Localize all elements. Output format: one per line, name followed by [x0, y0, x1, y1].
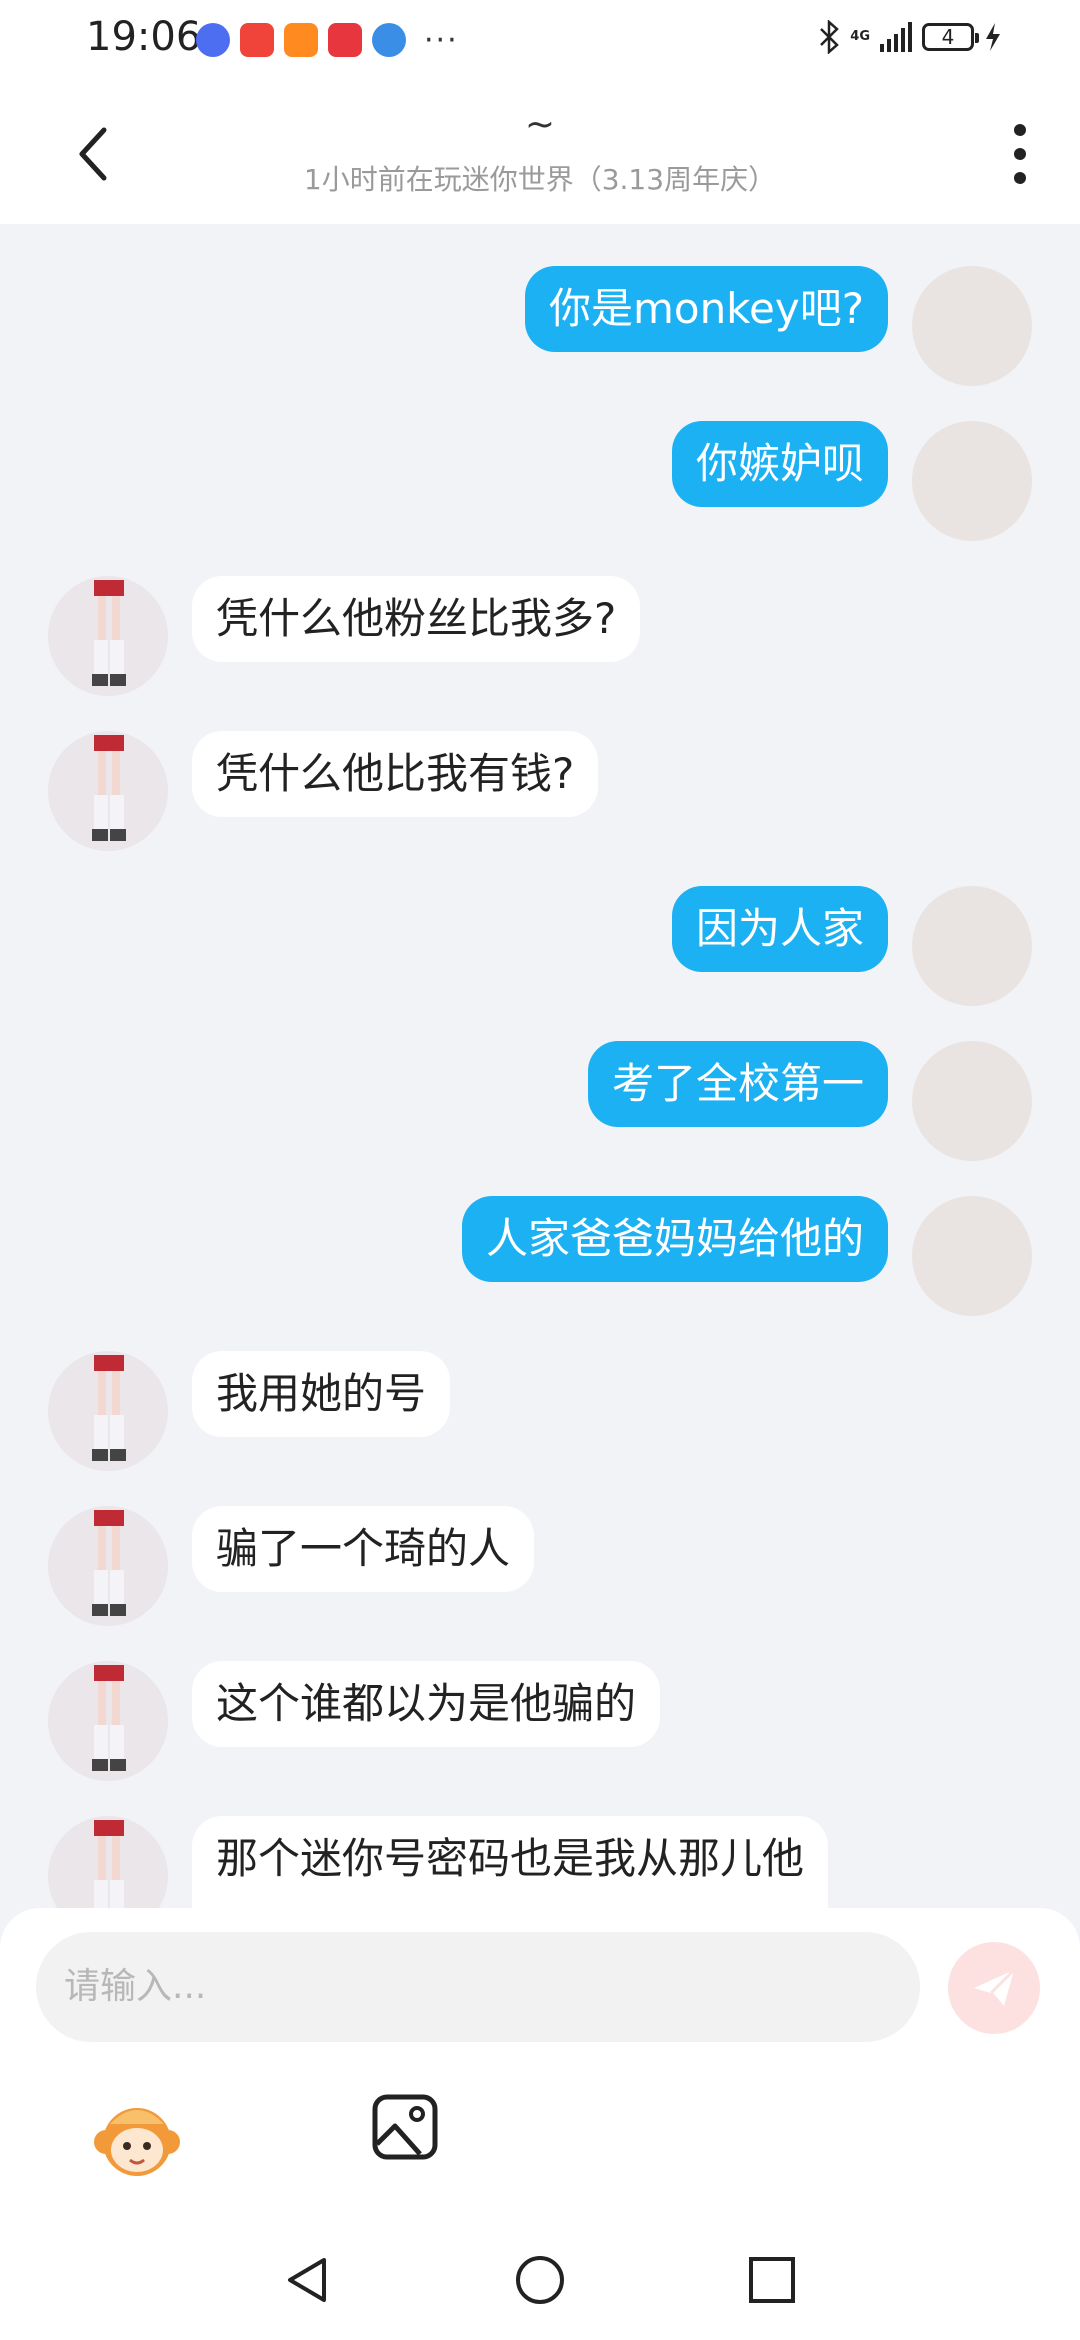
message-row: 凭什么他粉丝比我多? [0, 576, 1080, 696]
message-bubble[interactable]: 骗了一个琦的人 [192, 1506, 535, 1592]
contact-avatar[interactable] [48, 1351, 168, 1471]
image-picker-icon[interactable] [370, 2092, 440, 2162]
nav-back-icon[interactable] [282, 2254, 334, 2306]
message-bubble[interactable]: 凭什么他比我有钱? [192, 731, 599, 817]
send-icon [974, 1968, 1016, 2006]
character-legs-icon [92, 1355, 126, 1461]
message-bubble[interactable]: 这个谁都以为是他骗的 [192, 1661, 661, 1747]
signal-icon [880, 22, 912, 52]
character-legs-icon [92, 580, 126, 686]
character-legs-icon [92, 1510, 126, 1616]
message-row: 因为人家 [0, 886, 1080, 1006]
message-row: 我用她的号 [0, 1351, 1080, 1471]
battery-level: 4 [941, 25, 955, 49]
nav-home-icon[interactable] [514, 2254, 566, 2306]
message-bubble[interactable]: 因为人家 [671, 886, 888, 972]
message-row: 人家爸爸妈妈给他的 [0, 1196, 1080, 1316]
browser-icon [372, 23, 406, 57]
message-list[interactable]: 你是monkey吧? 你嫉妒呗 凭什么他粉丝比我多? 凭什么他比我有钱? 因为人… [0, 224, 1080, 1908]
message-row: 那个迷你号密码也是我从那儿他 [0, 1816, 1080, 1908]
battery-icon: 4 [922, 23, 979, 51]
chat-header: ~ 1小时前在玩迷你世界（3.13周年庆） [0, 80, 1080, 224]
system-icons: 4G 4 [818, 20, 1002, 54]
message-bubble[interactable]: 考了全校第一 [587, 1041, 888, 1127]
message-row: 你是monkey吧? [0, 266, 1080, 386]
message-row: 你嫉妒呗 [0, 421, 1080, 541]
message-row: 考了全校第一 [0, 1041, 1080, 1161]
message-row: 这个谁都以为是他骗的 [0, 1661, 1080, 1781]
message-input[interactable]: 请输入... [36, 1932, 920, 2042]
character-legs-icon [94, 1820, 124, 1908]
contact-avatar[interactable] [48, 731, 168, 851]
notification-icons: ··· [196, 22, 459, 58]
my-avatar[interactable] [912, 421, 1032, 541]
contact-status: 1小时前在玩迷你世界（3.13周年庆） [303, 163, 777, 196]
message-bubble[interactable]: 人家爸爸妈妈给他的 [461, 1196, 888, 1282]
contact-avatar[interactable] [48, 576, 168, 696]
message-bubble[interactable]: 你是monkey吧? [524, 266, 888, 352]
bluetooth-icon [820, 20, 840, 54]
network-type: 4G [850, 29, 870, 44]
composer-panel: 请输入... [0, 1908, 1080, 2220]
huawei-icon [328, 23, 362, 57]
send-button[interactable] [948, 1942, 1040, 2034]
system-navigation-bar [0, 2220, 1080, 2340]
video-play-icon [284, 23, 318, 57]
emoji-monkey-icon[interactable] [90, 2090, 184, 2184]
character-legs-icon [92, 1665, 126, 1771]
contact-name: ~ [524, 104, 556, 145]
nav-recents-icon[interactable] [746, 2254, 798, 2306]
my-avatar[interactable] [912, 886, 1032, 1006]
my-avatar[interactable] [912, 1041, 1032, 1161]
message-row: 骗了一个琦的人 [0, 1506, 1080, 1626]
message-bubble[interactable]: 我用她的号 [192, 1351, 451, 1437]
my-avatar[interactable] [912, 266, 1032, 386]
contact-avatar[interactable] [48, 1506, 168, 1626]
music-icon [196, 23, 230, 57]
message-bubble[interactable]: 你嫉妒呗 [671, 421, 888, 507]
contact-avatar[interactable] [48, 1816, 168, 1908]
more-options-icon[interactable] [1012, 124, 1028, 184]
contact-avatar[interactable] [48, 1661, 168, 1781]
message-row: 凭什么他比我有钱? [0, 731, 1080, 851]
message-bubble[interactable]: 那个迷你号密码也是我从那儿他 [192, 1816, 829, 1908]
charging-icon [986, 23, 1000, 51]
doll-app-icon [240, 23, 274, 57]
character-legs-icon [92, 735, 126, 841]
my-avatar[interactable] [912, 1196, 1032, 1316]
status-bar: 19:06 ··· 4G 4 [0, 0, 1080, 80]
status-time: 19:06 [86, 14, 202, 60]
message-bubble[interactable]: 凭什么他粉丝比我多? [192, 576, 641, 662]
more-notifications-icon: ··· [424, 22, 459, 58]
